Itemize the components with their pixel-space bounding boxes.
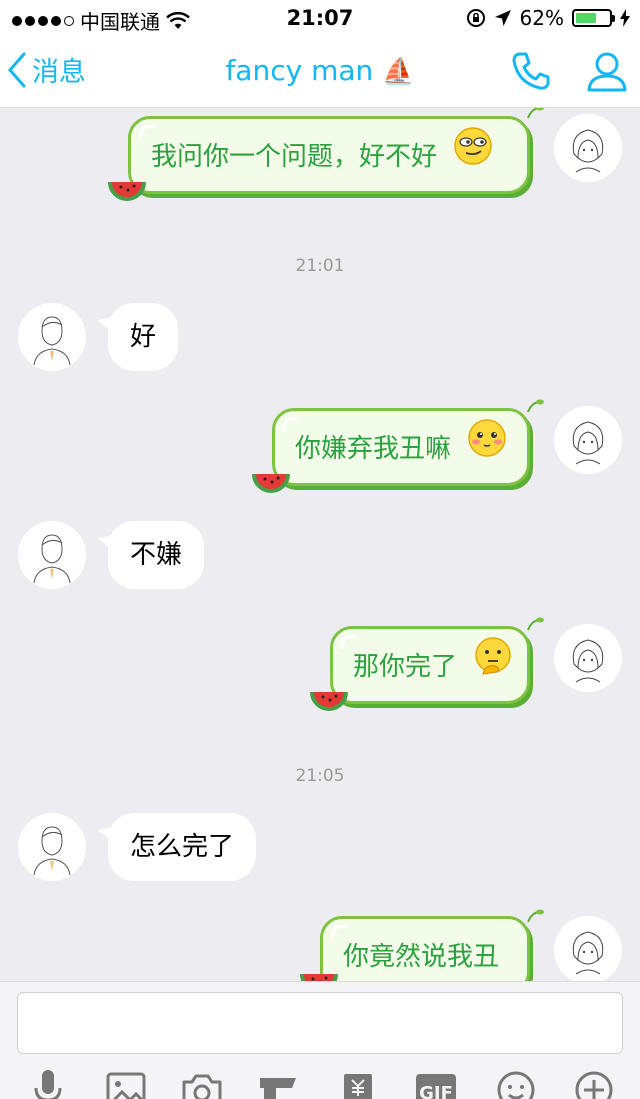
message-bubble-outgoing[interactable]: 那你完了 — [330, 626, 530, 704]
watermelon-decoration-icon — [252, 473, 290, 493]
composer: GIF — [0, 981, 640, 1099]
message-text: 不嫌 — [130, 540, 183, 570]
contact-avatar[interactable] — [18, 521, 86, 589]
sprout-decoration-icon — [527, 399, 544, 413]
camera-icon[interactable] — [180, 1068, 224, 1099]
contact-profile-icon[interactable] — [586, 50, 628, 92]
composer-toolbar: GIF — [0, 1068, 640, 1099]
location-arrow-icon — [494, 10, 511, 26]
my-avatar[interactable] — [554, 114, 622, 182]
contact-name: fancy man — [225, 54, 374, 87]
battery-percent: 62% — [519, 6, 564, 30]
plus-icon[interactable] — [572, 1068, 616, 1099]
red-packet-icon[interactable] — [256, 1068, 300, 1099]
microphone-icon[interactable] — [26, 1068, 70, 1099]
battery-icon — [572, 9, 615, 27]
watermelon-decoration-icon — [310, 691, 348, 711]
rotation-lock-icon — [466, 9, 485, 27]
sprout-decoration-icon — [527, 108, 544, 119]
watermelon-decoration-icon — [108, 181, 146, 201]
timestamp: 21:05 — [295, 766, 345, 786]
message-bubble-incoming[interactable]: 怎么完了 — [108, 813, 257, 881]
message-bubble-outgoing[interactable]: 你竟然说我丑 — [320, 916, 530, 981]
message-text: 那你完了 — [353, 652, 458, 682]
sprout-decoration-icon — [527, 617, 544, 631]
image-icon[interactable] — [104, 1068, 148, 1099]
message-text: 你竟然说我丑 — [343, 942, 500, 972]
contact-avatar[interactable] — [18, 813, 86, 881]
contact-avatar[interactable] — [18, 303, 86, 371]
phone-icon[interactable] — [510, 50, 552, 92]
timestamp: 21:01 — [295, 256, 345, 276]
emoji-icon[interactable] — [494, 1068, 538, 1099]
message-bubble-incoming[interactable]: 不嫌 — [108, 521, 205, 589]
message-text: 你嫌弃我丑嘛 — [295, 434, 452, 464]
sprout-decoration-icon — [527, 909, 544, 923]
smirk-emoji-icon — [453, 120, 493, 196]
chat-header: 消息 fancy man ⛵ — [0, 36, 640, 108]
my-avatar[interactable] — [554, 916, 622, 981]
charging-icon — [620, 9, 630, 27]
shy-emoji-icon — [467, 412, 507, 488]
thinking-emoji-icon — [473, 630, 513, 706]
message-bubble-incoming[interactable]: 好 — [108, 303, 179, 371]
my-avatar[interactable] — [554, 406, 622, 474]
message-input[interactable] — [17, 992, 623, 1054]
message-text: 我问你一个问题，好不好 — [151, 142, 438, 172]
watermelon-decoration-icon — [300, 973, 338, 981]
message-list[interactable]: 我问你一个问题，好不好 21:01 好 你嫌弃我丑嘛 不嫌 那你完了 21:05 — [0, 108, 640, 981]
message-bubble-outgoing[interactable]: 你嫌弃我丑嘛 — [272, 408, 530, 486]
money-icon[interactable] — [336, 1068, 380, 1099]
battery-level — [576, 13, 596, 23]
status-bar: 中国联通 21:07 62% — [0, 0, 640, 36]
gif-icon[interactable]: GIF — [416, 1074, 456, 1099]
sailboat-icon: ⛵ — [382, 57, 415, 87]
message-text: 好 — [130, 322, 157, 352]
message-bubble-outgoing[interactable]: 我问你一个问题，好不好 — [128, 116, 530, 194]
message-text: 怎么完了 — [130, 832, 235, 862]
my-avatar[interactable] — [554, 624, 622, 692]
